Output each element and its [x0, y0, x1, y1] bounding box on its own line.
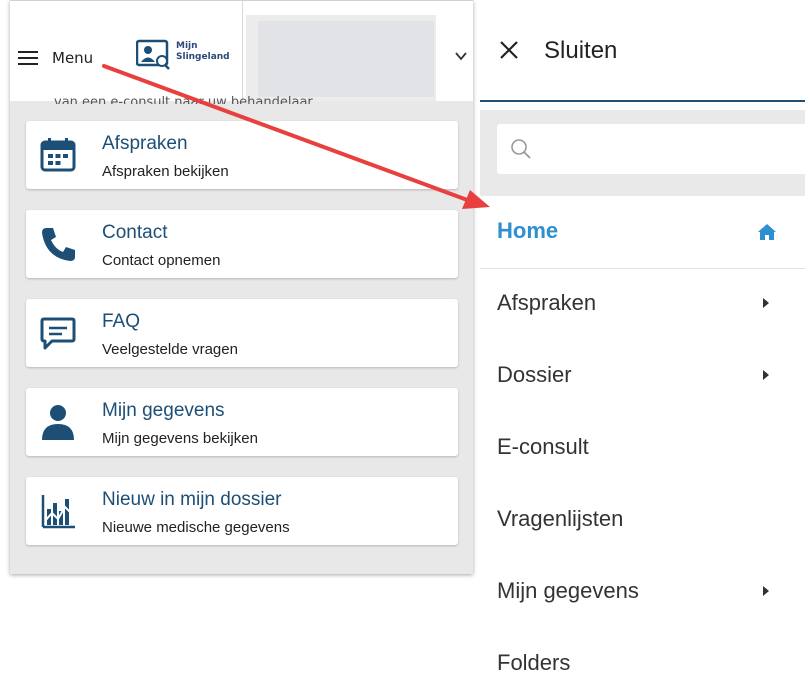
card-contact[interactable]: Contact Contact opnemen — [26, 210, 458, 278]
app-header: Menu Mijn Slingeland — [10, 0, 473, 101]
nav-item-label: E-consult — [497, 434, 589, 459]
card-subtitle: Nieuwe medische gegevens — [102, 519, 290, 536]
card-faq[interactable]: FAQ Veelgestelde vragen — [26, 299, 458, 367]
nav-item-label: Folders — [497, 650, 571, 675]
chart-icon — [41, 495, 75, 529]
card-subtitle: Veelgestelde vragen — [102, 341, 238, 358]
mijn-slingeland-logo[interactable]: Mijn Slingeland — [135, 39, 241, 75]
nav-panel-header: Sluiten — [480, 0, 805, 102]
card-title: Contact — [102, 222, 168, 243]
card-subtitle: Mijn gegevens bekijken — [102, 430, 258, 447]
account-selector[interactable] — [246, 15, 436, 101]
search-icon — [511, 139, 531, 159]
nav-item-label: Mijn gegevens — [497, 578, 639, 603]
nav-item-label: Home — [497, 218, 559, 243]
nav-item-vragenlijsten[interactable]: Vragenlijsten — [480, 484, 805, 556]
caret-right-icon — [763, 586, 769, 596]
close-icon[interactable] — [499, 40, 519, 60]
card-nieuw-in-dossier[interactable]: Nieuw in mijn dossier Nieuwe medische ge… — [26, 477, 458, 545]
chevron-down-icon[interactable] — [454, 49, 468, 63]
card-title: Nieuw in mijn dossier — [102, 489, 282, 510]
card-subtitle: Contact opnemen — [102, 252, 221, 269]
nav-item-folders[interactable]: Folders — [480, 628, 805, 700]
logo-person-icon — [135, 39, 170, 70]
side-navigation-panel: Sluiten Home Afspraken Dossier E-consult… — [480, 0, 805, 685]
search-area — [480, 110, 805, 196]
nav-item-mijn-gegevens[interactable]: Mijn gegevens — [480, 556, 805, 628]
phone-icon — [42, 228, 75, 261]
mobile-app-view: Menu Mijn Slingeland van een e-consult n… — [10, 0, 473, 574]
search-input[interactable] — [497, 124, 805, 174]
card-afspraken[interactable]: Afspraken Afspraken bekijken — [26, 121, 458, 189]
chat-icon — [40, 317, 76, 350]
card-title: FAQ — [102, 311, 141, 332]
close-button-label[interactable]: Sluiten — [544, 37, 617, 65]
nav-item-afspraken[interactable]: Afspraken — [480, 268, 805, 340]
card-title: Mijn gegevens — [102, 400, 225, 421]
logo-text-line1: Mijn — [176, 41, 198, 51]
menu-button-label[interactable]: Menu — [52, 49, 93, 67]
home-icon — [758, 224, 776, 240]
card-subtitle: Afspraken bekijken — [102, 163, 229, 180]
hamburger-menu-icon[interactable] — [18, 51, 38, 65]
blurred-account-name — [258, 21, 434, 97]
logo-text-line2: Slingeland — [176, 52, 230, 62]
header-divider — [242, 1, 243, 101]
nav-item-label: Afspraken — [497, 290, 597, 315]
caret-right-icon — [763, 298, 769, 308]
nav-item-e-consult[interactable]: E-consult — [480, 412, 805, 484]
nav-item-home[interactable]: Home — [480, 196, 805, 269]
card-title: Afspraken — [102, 133, 188, 154]
partially-hidden-text: van een e-consult naar uw behandelaar — [54, 96, 313, 104]
person-icon — [42, 405, 74, 440]
nav-item-label: Vragenlijsten — [497, 506, 624, 531]
caret-right-icon — [763, 370, 769, 380]
nav-item-dossier[interactable]: Dossier — [480, 340, 805, 412]
card-mijn-gegevens[interactable]: Mijn gegevens Mijn gegevens bekijken — [26, 388, 458, 456]
calendar-icon — [40, 138, 76, 172]
nav-item-label: Dossier — [497, 362, 572, 387]
